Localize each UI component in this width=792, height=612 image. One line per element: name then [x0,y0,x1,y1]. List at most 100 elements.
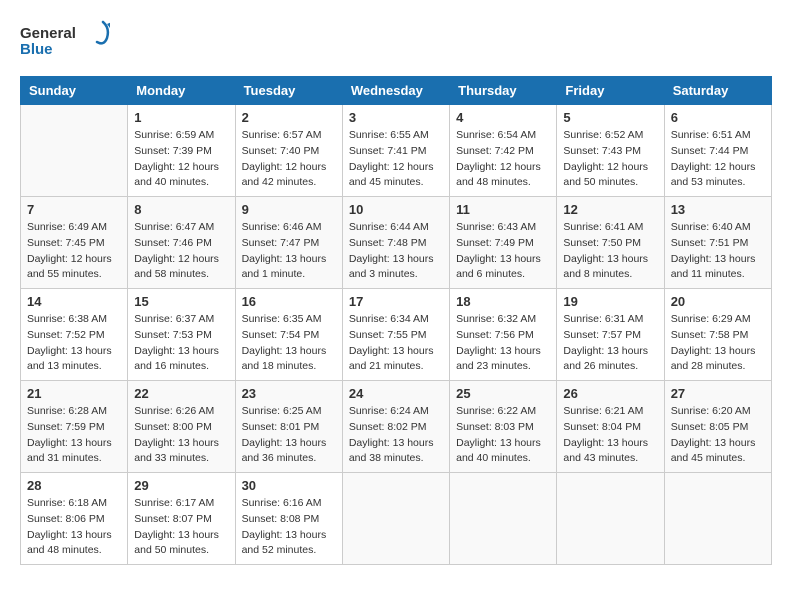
svg-text:General: General [20,25,76,42]
day-cell: 20 Sunrise: 6:29 AMSunset: 7:58 PMDayligh… [664,289,771,381]
day-info: Sunrise: 6:32 AMSunset: 7:56 PMDaylight:… [456,312,550,375]
day-info: Sunrise: 6:24 AMSunset: 8:02 PMDaylight:… [349,404,443,467]
day-cell: 7 Sunrise: 6:49 AMSunset: 7:45 PMDaylight… [21,197,128,289]
day-number: 4 [456,110,550,125]
day-cell [342,473,449,565]
day-number: 10 [349,202,443,217]
day-number: 20 [671,294,765,309]
day-cell: 6 Sunrise: 6:51 AMSunset: 7:44 PMDaylight… [664,105,771,197]
day-info: Sunrise: 6:52 AMSunset: 7:43 PMDaylight:… [563,128,657,191]
day-number: 12 [563,202,657,217]
day-cell: 16 Sunrise: 6:35 AMSunset: 7:54 PMDayligh… [235,289,342,381]
day-info: Sunrise: 6:43 AMSunset: 7:49 PMDaylight:… [456,220,550,283]
day-info: Sunrise: 6:57 AMSunset: 7:40 PMDaylight:… [242,128,336,191]
day-cell: 4 Sunrise: 6:54 AMSunset: 7:42 PMDaylight… [450,105,557,197]
col-header-sunday: Sunday [21,77,128,105]
day-cell: 23 Sunrise: 6:25 AMSunset: 8:01 PMDayligh… [235,381,342,473]
day-number: 5 [563,110,657,125]
day-cell: 8 Sunrise: 6:47 AMSunset: 7:46 PMDaylight… [128,197,235,289]
week-row-4: 21 Sunrise: 6:28 AMSunset: 7:59 PMDayligh… [21,381,772,473]
week-row-3: 14 Sunrise: 6:38 AMSunset: 7:52 PMDayligh… [21,289,772,381]
day-info: Sunrise: 6:49 AMSunset: 7:45 PMDaylight:… [27,220,121,283]
day-info: Sunrise: 6:40 AMSunset: 7:51 PMDaylight:… [671,220,765,283]
calendar-table: SundayMondayTuesdayWednesdayThursdayFrid… [20,76,772,565]
day-number: 11 [456,202,550,217]
day-number: 25 [456,386,550,401]
day-number: 17 [349,294,443,309]
day-info: Sunrise: 6:47 AMSunset: 7:46 PMDaylight:… [134,220,228,283]
week-row-2: 7 Sunrise: 6:49 AMSunset: 7:45 PMDaylight… [21,197,772,289]
day-info: Sunrise: 6:25 AMSunset: 8:01 PMDaylight:… [242,404,336,467]
day-info: Sunrise: 6:37 AMSunset: 7:53 PMDaylight:… [134,312,228,375]
col-header-tuesday: Tuesday [235,77,342,105]
day-cell: 27Sunrise: 6:20 AMSunset: 8:05 PMDayligh… [664,381,771,473]
day-number: 22 [134,386,228,401]
day-number: 24 [349,386,443,401]
col-header-saturday: Saturday [664,77,771,105]
day-cell: 11 Sunrise: 6:43 AMSunset: 7:49 PMDayligh… [450,197,557,289]
day-number: 8 [134,202,228,217]
day-info: Sunrise: 6:22 AMSunset: 8:03 PMDaylight:… [456,404,550,467]
day-number: 30 [242,478,336,493]
day-cell: 1Sunrise: 6:59 AMSunset: 7:39 PMDaylight… [128,105,235,197]
day-info: Sunrise: 6:35 AMSunset: 7:54 PMDaylight:… [242,312,336,375]
week-row-5: 28 Sunrise: 6:18 AMSunset: 8:06 PMDayligh… [21,473,772,565]
header: General Blue [20,20,772,60]
day-number: 2 [242,110,336,125]
day-number: 23 [242,386,336,401]
day-cell: 10 Sunrise: 6:44 AMSunset: 7:48 PMDayligh… [342,197,449,289]
day-cell: 14 Sunrise: 6:38 AMSunset: 7:52 PMDayligh… [21,289,128,381]
logo-svg: General Blue [20,20,110,60]
day-cell: 30 Sunrise: 6:16 AMSunset: 8:08 PMDayligh… [235,473,342,565]
day-info: Sunrise: 6:20 AMSunset: 8:05 PMDaylight:… [671,404,765,467]
day-number: 29 [134,478,228,493]
day-cell: 29 Sunrise: 6:17 AMSunset: 8:07 PMDayligh… [128,473,235,565]
logo: General Blue [20,20,110,60]
day-info: Sunrise: 6:17 AMSunset: 8:07 PMDaylight:… [134,496,228,559]
day-info: Sunrise: 6:44 AMSunset: 7:48 PMDaylight:… [349,220,443,283]
day-cell: 9Sunrise: 6:46 AMSunset: 7:47 PMDaylight… [235,197,342,289]
col-header-wednesday: Wednesday [342,77,449,105]
day-cell: 17 Sunrise: 6:34 AMSunset: 7:55 PMDayligh… [342,289,449,381]
day-number: 26 [563,386,657,401]
header-row: SundayMondayTuesdayWednesdayThursdayFrid… [21,77,772,105]
day-number: 21 [27,386,121,401]
day-info: Sunrise: 6:34 AMSunset: 7:55 PMDaylight:… [349,312,443,375]
svg-text:Blue: Blue [20,41,53,58]
day-number: 16 [242,294,336,309]
day-number: 15 [134,294,228,309]
day-info: Sunrise: 6:21 AMSunset: 8:04 PMDaylight:… [563,404,657,467]
day-number: 1 [134,110,228,125]
day-cell: 22Sunrise: 6:26 AMSunset: 8:00 PMDayligh… [128,381,235,473]
day-cell: 15 Sunrise: 6:37 AMSunset: 7:53 PMDayligh… [128,289,235,381]
day-info: Sunrise: 6:16 AMSunset: 8:08 PMDaylight:… [242,496,336,559]
day-cell: 25 Sunrise: 6:22 AMSunset: 8:03 PMDayligh… [450,381,557,473]
day-info: Sunrise: 6:28 AMSunset: 7:59 PMDaylight:… [27,404,121,467]
day-cell: 24 Sunrise: 6:24 AMSunset: 8:02 PMDayligh… [342,381,449,473]
day-cell [450,473,557,565]
day-cell: 13Sunrise: 6:40 AMSunset: 7:51 PMDayligh… [664,197,771,289]
day-cell: 18 Sunrise: 6:32 AMSunset: 7:56 PMDayligh… [450,289,557,381]
day-cell: 26 Sunrise: 6:21 AMSunset: 8:04 PMDayligh… [557,381,664,473]
day-number: 3 [349,110,443,125]
day-info: Sunrise: 6:41 AMSunset: 7:50 PMDaylight:… [563,220,657,283]
day-number: 14 [27,294,121,309]
day-info: Sunrise: 6:38 AMSunset: 7:52 PMDaylight:… [27,312,121,375]
day-number: 18 [456,294,550,309]
day-info: Sunrise: 6:31 AMSunset: 7:57 PMDaylight:… [563,312,657,375]
day-cell [664,473,771,565]
day-cell [21,105,128,197]
day-info: Sunrise: 6:51 AMSunset: 7:44 PMDaylight:… [671,128,765,191]
day-info: Sunrise: 6:29 AMSunset: 7:58 PMDaylight:… [671,312,765,375]
col-header-friday: Friday [557,77,664,105]
day-cell: 3 Sunrise: 6:55 AMSunset: 7:41 PMDaylight… [342,105,449,197]
col-header-thursday: Thursday [450,77,557,105]
day-info: Sunrise: 6:55 AMSunset: 7:41 PMDaylight:… [349,128,443,191]
day-info: Sunrise: 6:18 AMSunset: 8:06 PMDaylight:… [27,496,121,559]
day-number: 7 [27,202,121,217]
day-cell: 2 Sunrise: 6:57 AMSunset: 7:40 PMDaylight… [235,105,342,197]
day-number: 6 [671,110,765,125]
day-info: Sunrise: 6:54 AMSunset: 7:42 PMDaylight:… [456,128,550,191]
day-number: 28 [27,478,121,493]
day-cell: 28 Sunrise: 6:18 AMSunset: 8:06 PMDayligh… [21,473,128,565]
